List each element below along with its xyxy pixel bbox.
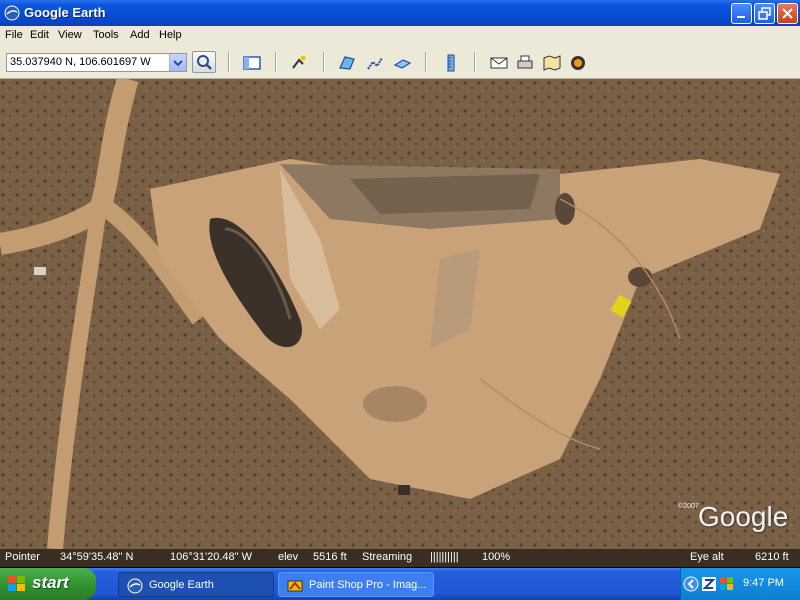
chevron-down-icon (173, 60, 183, 67)
path-icon[interactable] (366, 54, 384, 72)
minimize-icon (737, 16, 745, 18)
windows-flag-icon[interactable] (719, 576, 735, 592)
close-button[interactable] (777, 3, 798, 24)
sky-icon[interactable] (569, 54, 587, 72)
start-label: start (32, 573, 69, 592)
task-label: Paint Shop Pro - Imag... (309, 579, 427, 591)
menu-edit[interactable]: Edit (30, 29, 49, 41)
pointer-label: Pointer (5, 551, 40, 563)
menu-add[interactable]: Add (130, 29, 150, 41)
task-label: Google Earth (149, 579, 214, 591)
clock: 9:47 PM (743, 577, 784, 589)
coordinates-combobox[interactable]: 35.037940 N, 106.601697 W (6, 53, 187, 72)
search-icon (197, 55, 212, 70)
coordinates-value: 35.037940 N, 106.601697 W (10, 56, 151, 68)
menu-file[interactable]: File (5, 29, 23, 41)
zonealarm-icon[interactable] (701, 576, 717, 592)
windows-flag-icon (8, 576, 25, 591)
streaming-label: Streaming (362, 551, 413, 563)
google-watermark: Google (698, 501, 789, 532)
google-earth-icon (127, 578, 143, 594)
expand-tray-icon[interactable] (683, 576, 699, 592)
elevation-value: 5516 ft (313, 551, 347, 563)
maps-icon[interactable] (543, 54, 561, 72)
elevation-label: elev (278, 551, 299, 563)
placemark-icon[interactable] (290, 54, 308, 72)
sidebar-icon[interactable] (243, 54, 261, 72)
toolbar-separator (323, 52, 325, 72)
menu-help[interactable]: Help (159, 29, 182, 41)
taskbar-item-google-earth[interactable]: Google Earth (118, 572, 274, 597)
toolbar-separator (275, 52, 277, 72)
satellite-imagery (0, 79, 800, 549)
toolbar: 35.037940 N, 106.601697 W (0, 46, 800, 79)
menu-tools[interactable]: Tools (93, 29, 119, 41)
minimize-button[interactable] (731, 3, 752, 24)
taskbar: start Google Earth Paint Shop Pro - Imag… (0, 568, 800, 600)
map-viewport[interactable]: ©2007 Google (0, 79, 800, 549)
system-tray: 9:47 PM (680, 568, 800, 600)
toolbar-separator (425, 52, 427, 72)
paint-shop-pro-icon (287, 580, 303, 592)
pointer-latitude: 34°59'35.48" N (60, 551, 134, 563)
eye-alt-label: Eye alt (690, 551, 724, 563)
maximize-button[interactable] (754, 3, 775, 24)
pointer-longitude: 106°31'20.48" W (170, 551, 252, 563)
imagery-copyright: ©2007 (678, 503, 699, 510)
start-button[interactable]: start (0, 568, 96, 600)
close-icon (782, 8, 793, 19)
status-bar: Pointer 34°59'35.48" N 106°31'20.48" W e… (0, 549, 800, 567)
toolbar-separator (474, 52, 476, 72)
window-title: Google Earth (24, 5, 106, 20)
menu-view[interactable]: View (58, 29, 82, 41)
taskbar-item-paint-shop-pro[interactable]: Paint Shop Pro - Imag... (278, 572, 434, 597)
search-button[interactable] (192, 51, 216, 73)
restore-icon (758, 7, 771, 20)
ruler-icon[interactable] (442, 54, 460, 72)
streaming-percent: 100% (482, 551, 511, 563)
eye-alt-value: 6210 ft (755, 551, 789, 563)
print-icon[interactable] (516, 54, 534, 72)
window-title-bar[interactable]: Google Earth (0, 0, 800, 26)
email-icon[interactable] (490, 54, 508, 72)
menu-bar: File Edit View Tools Add Help (0, 26, 800, 46)
image-overlay-icon[interactable] (393, 54, 411, 72)
polygon-icon[interactable] (338, 54, 356, 72)
streaming-bars: |||||||||| (430, 551, 459, 563)
toolbar-separator (228, 52, 230, 72)
google-earth-icon (4, 5, 20, 21)
dropdown-button[interactable] (169, 54, 186, 71)
